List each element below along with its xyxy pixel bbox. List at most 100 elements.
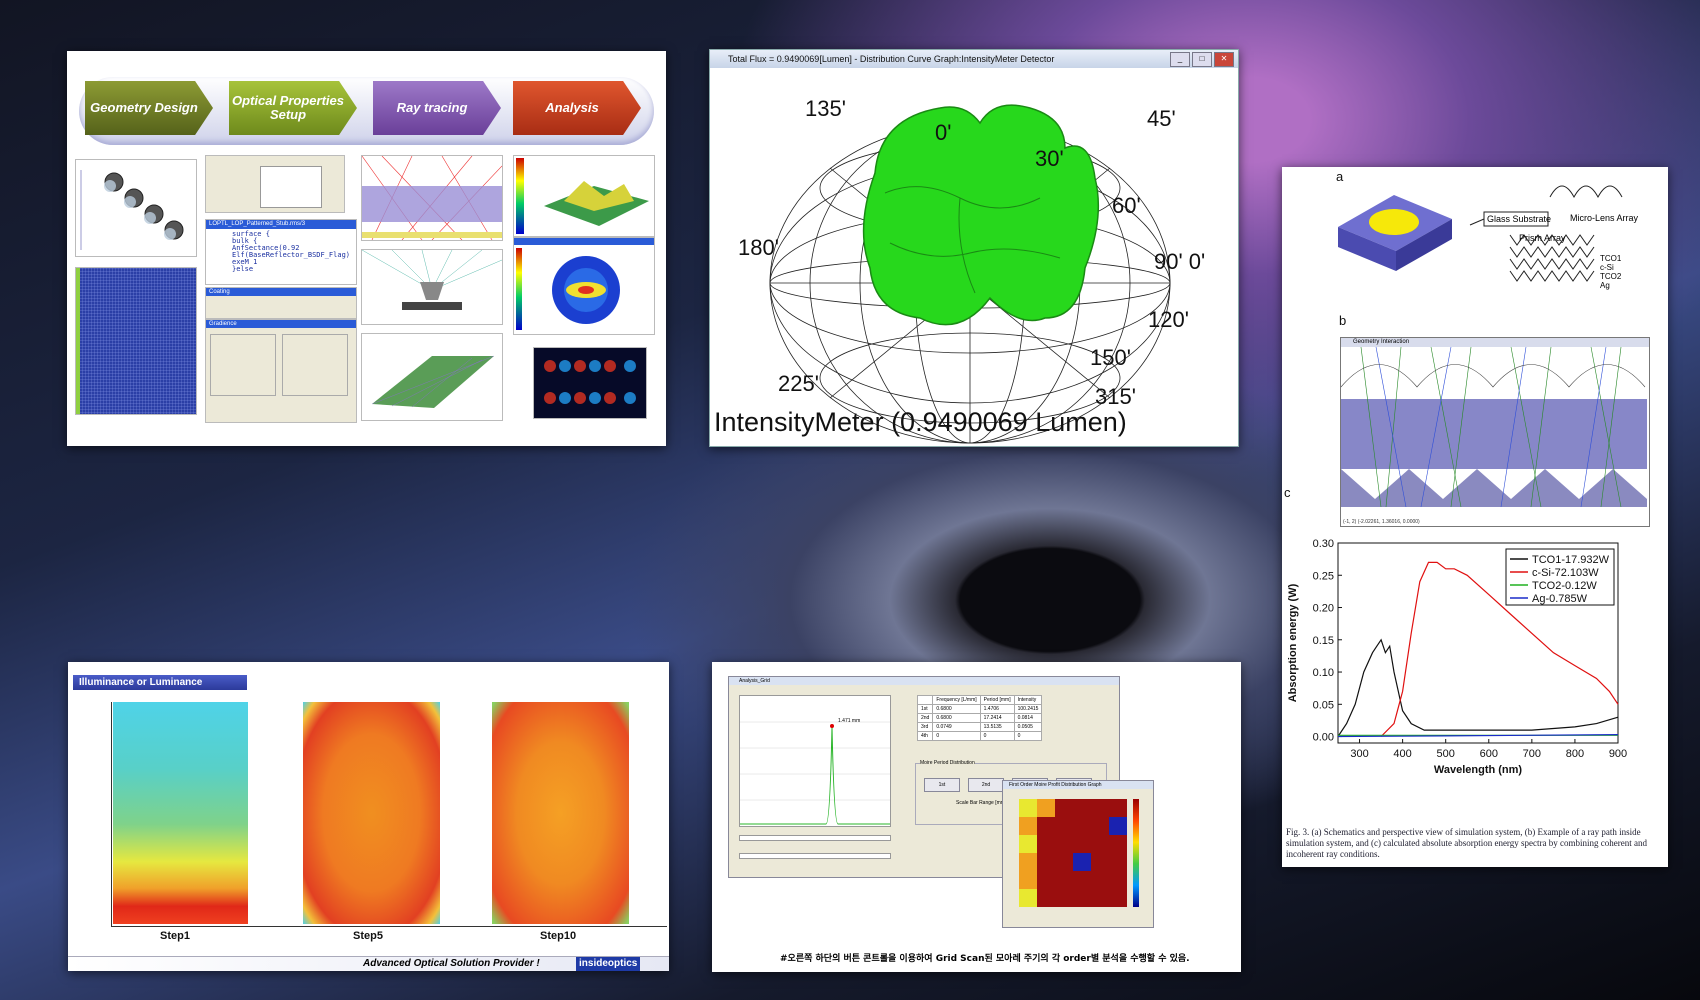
y-tick-label: 0.10 bbox=[1313, 667, 1334, 679]
step-optical-properties[interactable]: Optical Properties Setup bbox=[229, 81, 357, 135]
gradience-dialog-thumbnail: Gradience bbox=[205, 319, 357, 423]
illuminance-panel: Illuminance or Luminance Step1 Step5 Ste… bbox=[68, 662, 669, 971]
step10-label: Step10 bbox=[540, 930, 577, 942]
spectrum-plot: 1.471 mm bbox=[739, 695, 891, 827]
label-c-si: c-Si bbox=[1600, 263, 1614, 272]
order-1st-button[interactable]: 1st bbox=[924, 778, 960, 792]
code-editor-thumbnail: LOPTL_LOP_Patterned_Stub.rms/3 surface {… bbox=[205, 219, 357, 285]
angle-label-60: 60' bbox=[1112, 193, 1141, 218]
y-tick-label: 0.30 bbox=[1313, 538, 1334, 550]
x-tick-label: 700 bbox=[1523, 748, 1541, 760]
illuminance-footer: Advanced Optical Solution Provider ! ins… bbox=[68, 956, 669, 971]
moire-heatmap bbox=[1019, 799, 1127, 907]
x-axis-label: Wavelength (nm) bbox=[1434, 764, 1523, 776]
heatmap-colorbar bbox=[1133, 799, 1139, 907]
step5-map bbox=[303, 702, 440, 924]
label-micro-lens-array: Micro-Lens Array bbox=[1570, 213, 1639, 223]
figure-caption: Fig. 3. (a) Schematics and perspective v… bbox=[1286, 827, 1647, 859]
legend-entry: c-Si-72.103W bbox=[1532, 567, 1599, 579]
x-tick-label: 900 bbox=[1609, 748, 1627, 760]
panel-b-label: b bbox=[1339, 313, 1347, 328]
step-geometry-design[interactable]: Geometry Design bbox=[85, 81, 213, 135]
angle-label-30: 30' bbox=[1035, 146, 1064, 171]
label-glass-substrate: Glass Substrate bbox=[1487, 214, 1552, 224]
angle-label-90: 90' 0' bbox=[1154, 249, 1206, 274]
label-tco1: TCO1 bbox=[1600, 254, 1622, 263]
legend-entry: Ag-0.785W bbox=[1532, 593, 1588, 605]
y-tick-label: 0.25 bbox=[1313, 570, 1334, 582]
spot-pattern-thumbnail bbox=[533, 347, 647, 419]
absorption-chart: 300 400 500 600 700 800 900 0.00 0.05 0.10 0.15 0.2… bbox=[1287, 538, 1627, 776]
grid-analysis-panel: Analysis_Grid 1.471 mm Frequency [L/mm] P… bbox=[712, 662, 1241, 972]
panel-c-label: c bbox=[1284, 485, 1291, 500]
series-line-0 bbox=[1337, 638, 1619, 737]
spectrum-dialog-thumbnail bbox=[205, 155, 345, 213]
step-ray-tracing[interactable]: Ray tracing bbox=[373, 81, 501, 135]
brand-logo: insideoptics bbox=[576, 957, 641, 971]
order-2nd-button[interactable]: 2nd bbox=[968, 778, 1004, 792]
window-title-bar: Total Flux = 0.9490069[Lumen] - Distribu… bbox=[710, 50, 1238, 68]
legend-entry: TCO2-0.12W bbox=[1532, 580, 1597, 592]
lens-array-image bbox=[80, 170, 184, 250]
workflow-panel: Geometry Design Optical Properties Setup… bbox=[67, 51, 666, 446]
raytrace-plate-thumbnail bbox=[361, 333, 503, 421]
frequency-table: Frequency [L/mm] Period [mm] Intensity 1st… bbox=[916, 695, 1043, 741]
table-row: 2nd 0.6800 17.2414 0.0814 bbox=[916, 713, 1043, 723]
angle-label-45: 45' bbox=[1147, 106, 1176, 131]
x-tick-label: 300 bbox=[1350, 748, 1368, 760]
footer-slogan: Advanced Optical Solution Provider ! bbox=[363, 958, 540, 969]
angle-label-150: 150' bbox=[1090, 345, 1131, 370]
peak-label: 1.471 mm bbox=[838, 718, 861, 724]
geometry-lens-thumbnail bbox=[75, 159, 197, 257]
second-slider[interactable] bbox=[739, 853, 891, 859]
y-axis-label: Absorption energy (W) bbox=[1287, 583, 1299, 702]
minimize-button[interactable]: _ bbox=[1170, 52, 1190, 67]
x-tick-label: 400 bbox=[1393, 748, 1411, 760]
schematic-a bbox=[1338, 185, 1623, 282]
code-editor-title: LOPTL_LOP_Patterned_Stub.rms/3 bbox=[206, 220, 356, 229]
y-tick-label: 0.15 bbox=[1313, 635, 1334, 647]
grid-note: #오른쪽 하단의 버튼 콘트롤을 이용하여 Grid Scan된 모아레 주기의… bbox=[780, 954, 1190, 964]
raytrace-slab-thumbnail bbox=[361, 155, 503, 241]
step-analysis[interactable]: Analysis bbox=[513, 81, 641, 135]
table-row: 1st 0.6800 1.4706 100.2415 bbox=[916, 704, 1043, 714]
polar-plot-thumbnail bbox=[513, 237, 655, 335]
label-prism-array: Prism Array bbox=[1519, 233, 1566, 243]
angle-label-225: 225' bbox=[778, 371, 819, 396]
scale-range-label: Scale Bar Range [mm] bbox=[956, 800, 1007, 806]
x-tick-label: 600 bbox=[1480, 748, 1498, 760]
legend-entry: TCO1-17.932W bbox=[1532, 554, 1610, 566]
first-slider[interactable] bbox=[739, 835, 891, 841]
x-tick-label: 800 bbox=[1566, 748, 1584, 760]
y-tick-label: 0.05 bbox=[1313, 699, 1334, 711]
surface-plot-thumbnail bbox=[513, 155, 655, 237]
table-row: 3rd 0.0749 13.5135 0.0505 bbox=[916, 722, 1043, 732]
coating-dialog-thumbnail: Coating bbox=[205, 287, 357, 319]
grid-mesh-thumbnail bbox=[75, 267, 197, 415]
intensity-meter-window: Total Flux = 0.9490069[Lumen] - Distribu… bbox=[709, 49, 1239, 447]
step1-label: Step1 bbox=[160, 930, 190, 942]
maximize-button[interactable]: □ bbox=[1192, 52, 1212, 67]
angle-label-135: 135' bbox=[805, 96, 846, 121]
x-tick-label: 500 bbox=[1437, 748, 1455, 760]
simulation-window-b: Geometry Interaction (-1, 2) (-2.02261, … bbox=[1340, 337, 1650, 527]
label-tco2: TCO2 bbox=[1600, 272, 1622, 281]
sim-window-title: Geometry Interaction bbox=[1341, 338, 1649, 347]
step5-label: Step5 bbox=[353, 930, 383, 942]
close-button[interactable]: ✕ bbox=[1214, 52, 1234, 67]
step1-map bbox=[113, 702, 248, 924]
angle-label-0: 0' bbox=[935, 120, 952, 145]
heatmap-window: First Order Moire Profit Distribution Gr… bbox=[1002, 780, 1154, 928]
label-ag: Ag bbox=[1600, 281, 1610, 290]
y-tick-label: 0.00 bbox=[1313, 732, 1334, 744]
angle-label-180: 180' bbox=[738, 235, 779, 260]
moire-section-title: Moire Period Distribution bbox=[920, 760, 975, 766]
heatmap-window-title: First Order Moire Profit Distribution Gr… bbox=[1003, 781, 1153, 789]
intensity-caption: IntensityMeter (0.9490069 Lumen) bbox=[714, 407, 1127, 437]
table-row: 4th 0 0 0 bbox=[916, 731, 1043, 741]
sim-status-line: (-1, 2) (-2.02261, 1.36016, 0.0000) bbox=[1343, 519, 1420, 525]
illuminance-title: Illuminance or Luminance bbox=[73, 675, 247, 690]
angle-label-120: 120' bbox=[1148, 307, 1189, 332]
analysis-window-title: Analysis_Grid bbox=[729, 677, 1119, 685]
paper-figure-panel: a Glass Substrate Micro-Lens Array Prism… bbox=[1282, 167, 1668, 867]
